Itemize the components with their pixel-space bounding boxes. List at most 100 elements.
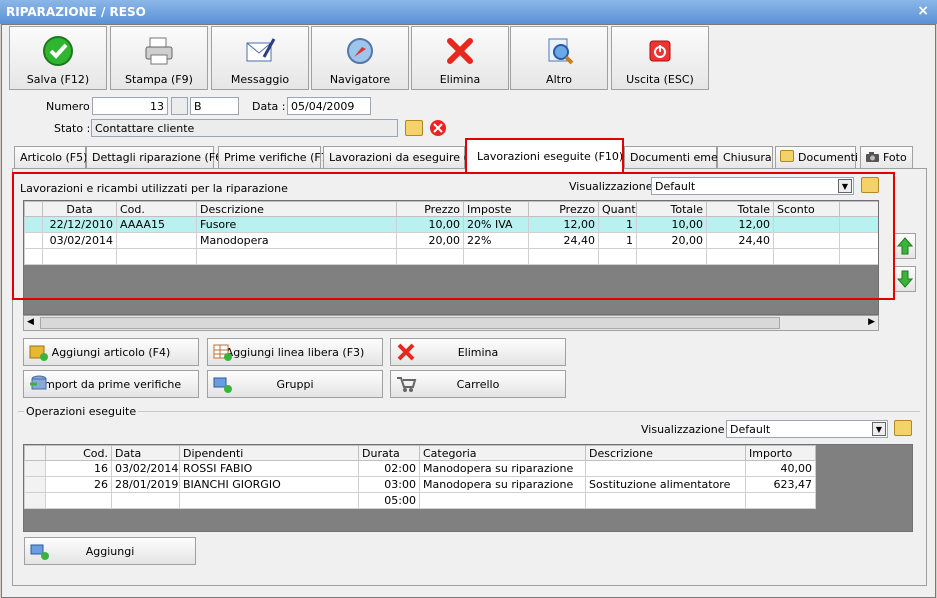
tab-documenti[interactable]: Documenti (775, 146, 859, 168)
save-label: Salva (F12) (26, 73, 90, 86)
table-total-row: 05:00 (24, 492, 816, 509)
delete-row-button[interactable]: Elimina (390, 338, 566, 366)
tab-documenti-emessi[interactable]: Documenti emessi (624, 146, 732, 168)
numero-label: Numero : (46, 100, 97, 113)
numero-suffix-input[interactable]: B (190, 97, 239, 115)
navigator-label: Navigatore (329, 73, 391, 86)
delete-label: Elimina (439, 73, 481, 86)
row-header-corner (24, 445, 46, 461)
col-durata[interactable]: Durata (358, 445, 420, 461)
cell-descrizione[interactable]: Sostituzione alimentatore (585, 476, 746, 493)
import-checks-label: Import da prime verifiche (40, 378, 182, 391)
cell-categoria[interactable]: Manodopera su riparazione (419, 460, 586, 477)
groups-button[interactable]: Gruppi (207, 370, 383, 398)
stato-input[interactable]: Contattare cliente (91, 119, 398, 137)
tab-dettagli-riparazione[interactable]: Dettagli riparazione (F6) (86, 146, 226, 168)
groups-icon (213, 377, 232, 393)
cell-importo[interactable]: 40,00 (745, 460, 816, 477)
cell-data[interactable]: 28/01/2019 (111, 476, 180, 493)
cart-button[interactable]: Carrello (390, 370, 566, 398)
message-button[interactable]: Messaggio (211, 26, 309, 90)
row-selector[interactable] (24, 460, 46, 477)
printer-icon (145, 37, 173, 65)
cell-cod[interactable]: 26 (45, 476, 112, 493)
navigator-button[interactable]: Navigatore (311, 26, 409, 90)
exit-label: Uscita (ESC) (626, 73, 694, 86)
col-importo[interactable]: Importo (745, 445, 816, 461)
groups-label: Gruppi (276, 378, 314, 391)
tab-chiusura[interactable]: Chiusura (717, 146, 773, 168)
add-free-line-label: Aggiungi linea libera (F3) (225, 346, 365, 359)
close-icon[interactable]: × (917, 3, 929, 19)
operazioni-grid: Cod. Data Dipendenti Durata Categoria De… (23, 444, 913, 532)
cell-descrizione[interactable] (585, 460, 746, 477)
operazioni-view-select[interactable]: Default ▼ (726, 420, 888, 438)
cell-durata[interactable]: 03:00 (358, 476, 420, 493)
window-title: RIPARAZIONE / RESO (6, 5, 146, 19)
message-label: Messaggio (230, 73, 290, 86)
operazioni-section-title: Operazioni eseguite (24, 405, 139, 418)
col-dipendenti[interactable]: Dipendenti (179, 445, 359, 461)
tab-articolo[interactable]: Articolo (F5) (14, 146, 87, 168)
more-label: Altro (546, 73, 572, 86)
operazioni-folder-icon[interactable] (894, 420, 912, 436)
row-selector[interactable] (24, 476, 46, 493)
print-button[interactable]: Stampa (F9) (110, 26, 208, 90)
message-icon (246, 38, 276, 62)
delete-x-icon (397, 343, 415, 361)
tab-lavorazioni-eseguite[interactable]: Lavorazioni eseguite (F10) (465, 138, 624, 174)
exit-icon (649, 40, 671, 62)
col-cod[interactable]: Cod. (45, 445, 112, 461)
cell-dipendenti[interactable]: ROSSI FABIO (179, 460, 359, 477)
data-label: Data : (252, 100, 286, 113)
lavorazioni-hscrollbar[interactable]: ◀ ▶ (23, 315, 879, 331)
tab-prime-verifiche[interactable]: Prime verifiche (F7) (218, 146, 332, 168)
cart-label: Carrello (456, 378, 500, 391)
delete-x-icon (447, 38, 473, 64)
col-descrizione[interactable]: Descrizione (585, 445, 746, 461)
delete-button[interactable]: Elimina (411, 26, 509, 90)
tab-foto-label: Foto (883, 151, 907, 164)
arrow-up-icon (896, 237, 914, 255)
tab-lavorazioni-da-eseguire[interactable]: Lavorazioni da eseguire (F8) (323, 146, 485, 168)
stato-clear-icon[interactable] (429, 119, 447, 137)
table-row[interactable]: 26 28/01/2019 BIANCHI GIORGIO 03:00 Mano… (24, 476, 816, 493)
col-data[interactable]: Data (111, 445, 180, 461)
add-free-line-button[interactable]: Aggiungi linea libera (F3) (207, 338, 383, 366)
add-operation-button[interactable]: Aggiungi (24, 537, 196, 565)
add-article-button[interactable]: Aggiungi articolo (F4) (23, 338, 199, 366)
highlight-frame (12, 172, 895, 300)
navigator-icon (347, 38, 373, 64)
total-durata: 05:00 (358, 492, 420, 509)
more-button[interactable]: Altro (510, 26, 608, 90)
cell-categoria[interactable]: Manodopera su riparazione (419, 476, 586, 493)
table-row[interactable]: 16 03/02/2014 ROSSI FABIO 02:00 Manodope… (24, 460, 816, 477)
numero-spacer (171, 97, 188, 115)
move-up-button[interactable] (894, 233, 916, 259)
exit-button[interactable]: Uscita (ESC) (611, 26, 709, 90)
cart-icon (397, 377, 417, 392)
import-icon (30, 375, 47, 390)
cell-durata[interactable]: 02:00 (358, 460, 420, 477)
cell-data[interactable]: 03/02/2014 (111, 460, 180, 477)
more-icon (548, 38, 574, 65)
cell-importo[interactable]: 623,47 (745, 476, 816, 493)
scroll-thumb[interactable] (40, 317, 780, 329)
operazioni-group-border (18, 411, 920, 412)
window-title-bar: RIPARAZIONE / RESO × (0, 0, 937, 24)
move-down-button[interactable] (894, 266, 916, 292)
col-categoria[interactable]: Categoria (419, 445, 586, 461)
save-button[interactable]: Salva (F12) (9, 26, 107, 90)
stato-folder-icon[interactable] (405, 120, 423, 136)
tab-documenti-label: Documenti (798, 151, 859, 164)
scroll-right-icon[interactable]: ▶ (868, 317, 875, 327)
operazioni-table: Cod. Data Dipendenti Durata Categoria De… (24, 445, 816, 509)
tab-foto[interactable]: Foto (860, 146, 913, 168)
cell-cod[interactable]: 16 (45, 460, 112, 477)
data-input[interactable]: 05/04/2009 (287, 97, 371, 115)
import-checks-button[interactable]: Import da prime verifiche (23, 370, 199, 398)
scroll-left-icon[interactable]: ◀ (27, 317, 34, 327)
numero-input[interactable]: 13 (92, 97, 168, 115)
add-article-icon (29, 345, 48, 361)
cell-dipendenti[interactable]: BIANCHI GIORGIO (179, 476, 359, 493)
